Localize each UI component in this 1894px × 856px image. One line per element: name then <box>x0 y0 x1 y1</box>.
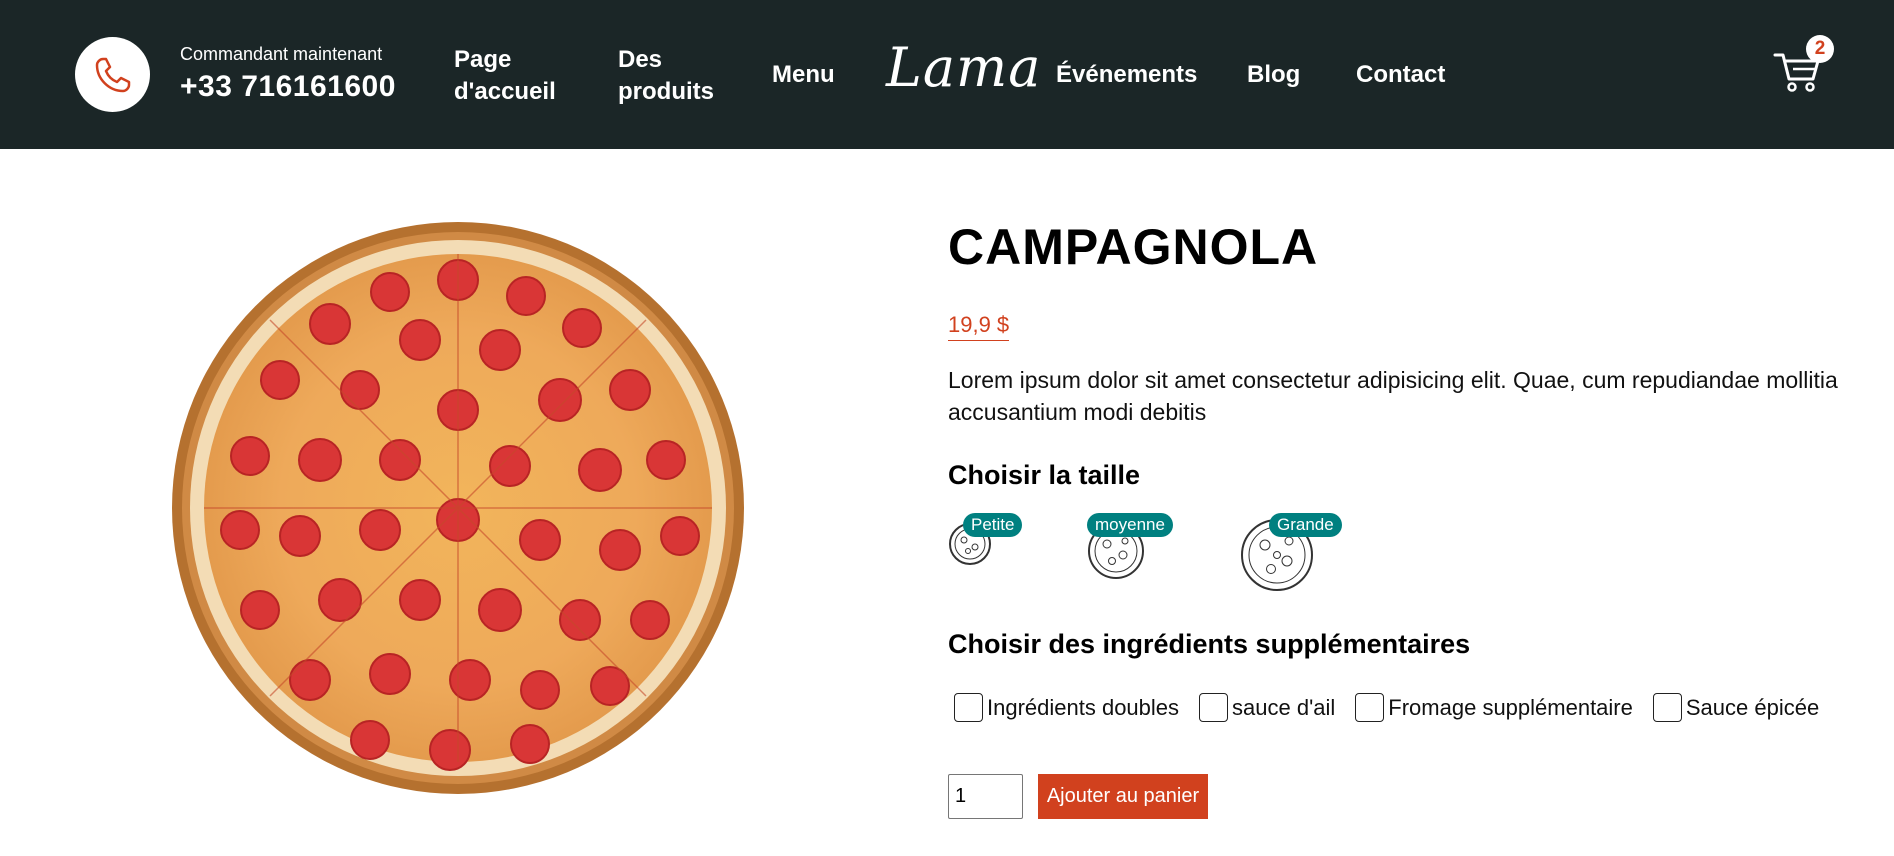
product-title: CAMPAGNOLA <box>948 219 1319 275</box>
product-description: Lorem ipsum dolor sit amet consectetur a… <box>948 367 1838 425</box>
order-now-label: Commandant maintenant <box>180 44 383 64</box>
nav-menu[interactable]: Menu <box>772 59 835 91</box>
phone-number: +33 716161600 <box>180 70 396 103</box>
pizza-image <box>172 222 744 794</box>
phone-icon <box>95 57 130 92</box>
ingredient-option[interactable]: sauce d'ail <box>1199 693 1335 722</box>
ingredient-checkbox[interactable] <box>1355 693 1385 722</box>
size-large-label: Grande <box>1269 513 1342 537</box>
ingredient-checkbox[interactable] <box>1652 693 1682 722</box>
ingredient-label: sauce d'ail <box>1232 694 1336 720</box>
ingredient-option[interactable]: Fromage supplémentaire <box>1355 693 1633 722</box>
ingredient-label: Fromage supplémentaire <box>1388 694 1633 720</box>
nav-events[interactable]: Événements <box>1056 59 1197 91</box>
ingredient-option[interactable]: Sauce épicée <box>1652 693 1820 722</box>
ingredients-list: Ingrédients doubles sauce d'ail Fromage … <box>954 693 1839 722</box>
cart-count-badge: 2 <box>1806 35 1834 63</box>
ingredients-section-title: Choisir des ingrédients supplémentaires <box>948 629 1471 659</box>
size-section-title: Choisir la taille <box>948 460 1141 490</box>
ingredient-checkbox[interactable] <box>1199 693 1229 722</box>
phone-button[interactable] <box>75 37 150 112</box>
nav-contact[interactable]: Contact <box>1356 59 1445 91</box>
size-small-label: Petite <box>963 513 1023 537</box>
ingredient-label: Sauce épicée <box>1685 694 1820 720</box>
nav-blog[interactable]: Blog <box>1247 59 1300 91</box>
quantity-input[interactable] <box>948 774 1023 819</box>
nav-home[interactable]: Page d'accueil <box>454 44 574 108</box>
size-medium-label: moyenne <box>1087 513 1173 537</box>
ingredient-option[interactable]: Ingrédients doubles <box>954 693 1179 722</box>
ingredient-label: Ingrédients doubles <box>987 694 1180 720</box>
nav-products[interactable]: Des produits <box>618 44 738 108</box>
logo[interactable]: Lama <box>886 36 1041 99</box>
navbar: Commandant maintenant +33 716161600 Page… <box>0 0 1894 149</box>
product-price: 19,9 $ <box>948 312 1010 341</box>
ingredient-checkbox[interactable] <box>954 693 983 722</box>
add-to-cart-button[interactable]: Ajouter au panier <box>1038 774 1208 819</box>
